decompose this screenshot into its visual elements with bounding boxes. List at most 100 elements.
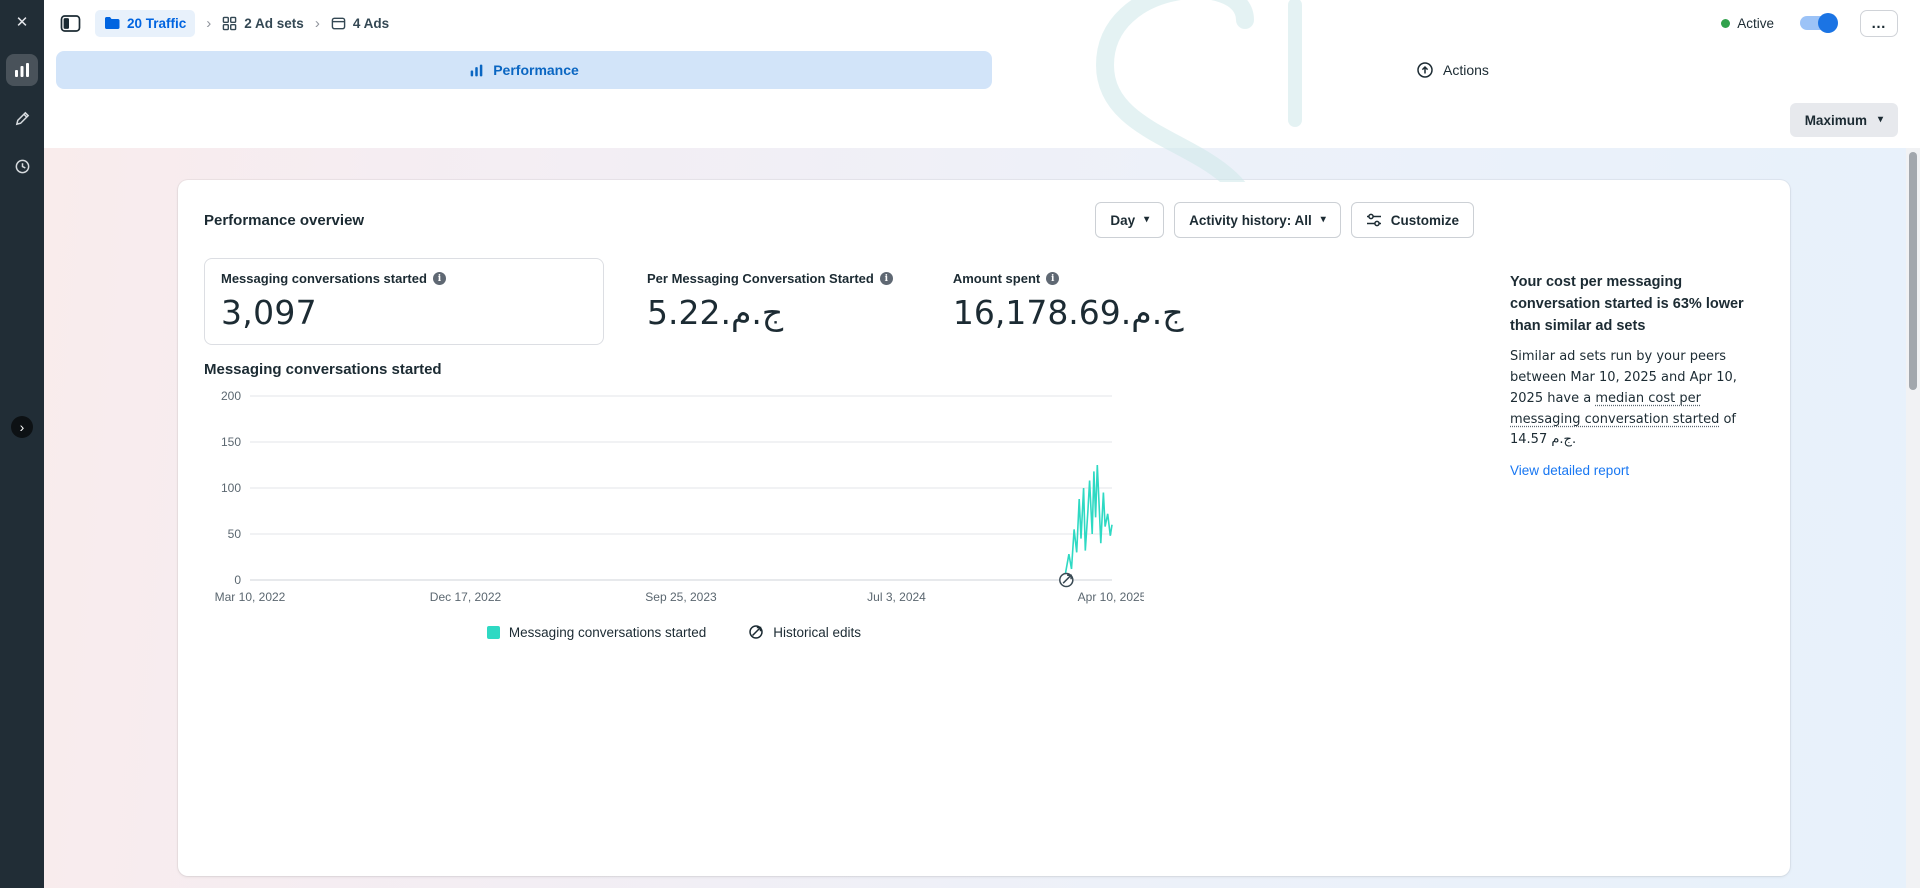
close-icon[interactable]: ✕ bbox=[6, 6, 38, 38]
metric-label-row: Messaging conversations started i bbox=[221, 271, 587, 286]
metric-label-row: Per Messaging Conversation Started i bbox=[647, 271, 893, 286]
legend-label: Historical edits bbox=[773, 624, 862, 640]
edit-nav-icon[interactable] bbox=[6, 102, 38, 134]
tabs-row: Performance Actions bbox=[44, 46, 1920, 96]
chevron-down-icon: ▾ bbox=[1877, 114, 1883, 125]
content-area: Performance overview Day ▾ Activity hist… bbox=[44, 148, 1920, 888]
performance-overview-card: Performance overview Day ▾ Activity hist… bbox=[178, 180, 1790, 876]
scrollbar-track[interactable] bbox=[1906, 148, 1920, 888]
svg-text:0: 0 bbox=[234, 573, 241, 587]
breadcrumb-campaign[interactable]: 20 Traffic bbox=[95, 9, 196, 37]
metric-value: 16,178.69.ج.م bbox=[952, 293, 1184, 332]
metric-label: Per Messaging Conversation Started bbox=[647, 271, 874, 286]
chevron-down-icon: ▾ bbox=[1144, 214, 1150, 225]
legend-swatch bbox=[486, 625, 500, 639]
pencil-icon bbox=[15, 111, 29, 125]
day-dropdown[interactable]: Day ▾ bbox=[1095, 202, 1165, 238]
customize-button[interactable]: Customize bbox=[1350, 202, 1474, 238]
tab-actions[interactable]: Actions bbox=[1416, 51, 1489, 89]
chart-column: Messaging conversations started i 3,097 … bbox=[204, 258, 1474, 640]
breadcrumb-ads-label: 4 Ads bbox=[352, 15, 390, 31]
chevron-down-icon: ▾ bbox=[1320, 214, 1326, 225]
svg-text:50: 50 bbox=[228, 527, 242, 541]
legend-item-historical-edits[interactable]: Historical edits bbox=[748, 624, 861, 640]
metric-messaging-conversations[interactable]: Messaging conversations started i 3,097 bbox=[204, 258, 604, 345]
info-icon[interactable]: i bbox=[1046, 272, 1060, 285]
left-sidebar: ✕ › bbox=[0, 0, 44, 888]
svg-text:100: 100 bbox=[221, 481, 241, 495]
maximum-label: Maximum bbox=[1804, 112, 1867, 128]
bar-chart-icon bbox=[15, 63, 29, 77]
metrics-row: Messaging conversations started i 3,097 … bbox=[204, 258, 1474, 345]
scrollbar-thumb[interactable] bbox=[1909, 152, 1917, 390]
performance-chart-icon bbox=[470, 64, 483, 76]
folder-icon bbox=[105, 17, 120, 29]
activity-history-dropdown[interactable]: Activity history: All ▾ bbox=[1174, 202, 1341, 238]
svg-text:200: 200 bbox=[221, 389, 241, 403]
breadcrumb-ads[interactable]: 4 Ads bbox=[331, 16, 389, 31]
insight-panel: Your cost per messaging conversation sta… bbox=[1510, 258, 1764, 640]
day-dropdown-label: Day bbox=[1110, 212, 1136, 228]
legend-label: Messaging conversations started bbox=[508, 624, 707, 640]
panel-toggle-icon bbox=[60, 14, 81, 32]
svg-text:Jul 3, 2024: Jul 3, 2024 bbox=[867, 590, 926, 604]
svg-text:Apr 10, 2025: Apr 10, 2025 bbox=[1078, 590, 1144, 604]
maximum-dropdown[interactable]: Maximum ▾ bbox=[1789, 103, 1898, 137]
metric-value: 3,097 bbox=[221, 293, 317, 332]
status-badge: Active bbox=[1721, 16, 1774, 31]
view-detailed-report-link[interactable]: View detailed report bbox=[1510, 463, 1629, 478]
customize-sliders-icon bbox=[1366, 213, 1381, 227]
metric-label: Messaging conversations started bbox=[221, 271, 427, 286]
metric-label-row: Amount spent i bbox=[953, 271, 1184, 286]
series-line bbox=[1063, 464, 1113, 579]
metric-cost-per-conversation[interactable]: Per Messaging Conversation Started i 5.2… bbox=[630, 258, 910, 345]
legend-item-conversations[interactable]: Messaging conversations started bbox=[486, 624, 707, 640]
active-status-dot bbox=[1721, 18, 1731, 28]
more-options-button[interactable]: … bbox=[1860, 9, 1898, 37]
historical-edits-icon bbox=[749, 625, 764, 639]
breadcrumb-separator: › bbox=[206, 14, 212, 32]
ads-manager-window: ✕ › 20 Traffic › 2 Ad sets › 4 Ads Activ… bbox=[0, 0, 1920, 888]
card-body: Messaging conversations started i 3,097 … bbox=[204, 258, 1764, 640]
chart-area: 0 50 100 150 200 Mar 10, 2022 Dec 17, 2022 Sep … bbox=[204, 384, 1144, 616]
charts-nav-icon[interactable] bbox=[6, 54, 38, 86]
chart-legend: Messaging conversations started Historic… bbox=[204, 624, 1144, 640]
metric-value: 5.22.ج.م bbox=[647, 293, 784, 332]
customize-label: Customize bbox=[1390, 212, 1459, 228]
insight-headline: Your cost per messaging conversation sta… bbox=[1510, 274, 1744, 334]
performance-chart: 0 50 100 150 200 Mar 10, 2022 Dec 17, 2022 Sep … bbox=[215, 389, 1144, 604]
status-toggle[interactable] bbox=[1800, 13, 1838, 33]
tab-performance[interactable]: Performance bbox=[56, 51, 992, 89]
activity-history-label: Activity history: All bbox=[1189, 212, 1312, 228]
actions-arrow-icon bbox=[1417, 62, 1433, 78]
chart-title: Messaging conversations started bbox=[204, 361, 442, 378]
toggle-knob bbox=[1818, 13, 1838, 33]
breadcrumb-row: 20 Traffic › 2 Ad sets › 4 Ads Active … bbox=[44, 0, 1920, 46]
chart-controls: Day ▾ Activity history: All ▾ Customize bbox=[1095, 202, 1474, 238]
svg-text:Dec 17, 2022: Dec 17, 2022 bbox=[430, 590, 502, 604]
svg-text:Mar 10, 2022: Mar 10, 2022 bbox=[215, 590, 286, 604]
history-nav-icon[interactable] bbox=[6, 150, 38, 182]
insight-body: Similar ad sets run by your peers betwee… bbox=[1510, 347, 1764, 451]
status-label: Active bbox=[1737, 15, 1774, 31]
card-title: Performance overview bbox=[204, 211, 365, 229]
clock-icon bbox=[15, 159, 29, 173]
info-icon[interactable]: i bbox=[432, 272, 446, 285]
card-header: Performance overview Day ▾ Activity hist… bbox=[204, 202, 1474, 238]
expand-sidebar-button[interactable]: › bbox=[11, 416, 33, 438]
breadcrumb-campaign-label: 20 Traffic bbox=[127, 15, 187, 31]
breadcrumb-separator: › bbox=[314, 14, 320, 32]
breadcrumb-adsets[interactable]: 2 Ad sets bbox=[222, 16, 304, 31]
historical-edit-marker bbox=[1059, 572, 1074, 588]
filter-row: Maximum ▾ bbox=[44, 96, 1920, 148]
metric-label: Amount spent bbox=[952, 271, 1041, 286]
tab-actions-label: Actions bbox=[1443, 62, 1489, 78]
adsets-grid-icon bbox=[222, 16, 237, 30]
collapse-panel-button[interactable] bbox=[60, 14, 81, 33]
ad-frame-icon bbox=[331, 17, 346, 29]
tab-performance-label: Performance bbox=[493, 62, 579, 78]
info-icon[interactable]: i bbox=[879, 272, 893, 285]
metric-amount-spent[interactable]: Amount spent i 16,178.69.ج.م bbox=[936, 258, 1201, 345]
breadcrumb-adsets-label: 2 Ad sets bbox=[244, 15, 304, 31]
svg-text:150: 150 bbox=[221, 435, 241, 449]
